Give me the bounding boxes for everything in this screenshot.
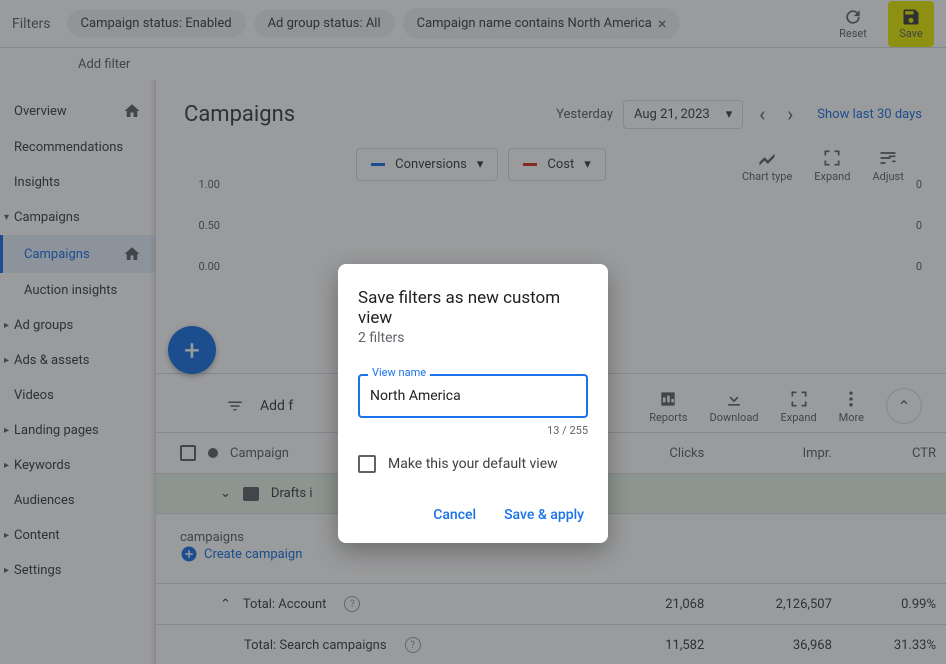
view-name-label: View name: [368, 366, 430, 379]
default-view-label: Make this your default view: [388, 456, 558, 472]
view-name-input[interactable]: [358, 374, 588, 418]
modal-subtitle: 2 filters: [358, 330, 588, 346]
cancel-button[interactable]: Cancel: [429, 501, 480, 529]
char-counter: 13 / 255: [358, 424, 588, 437]
modal-title: Save filters as new custom view: [358, 288, 588, 328]
default-view-checkbox[interactable]: [358, 455, 376, 473]
save-view-modal: Save filters as new custom view 2 filter…: [338, 264, 608, 543]
save-apply-button[interactable]: Save & apply: [500, 501, 588, 529]
